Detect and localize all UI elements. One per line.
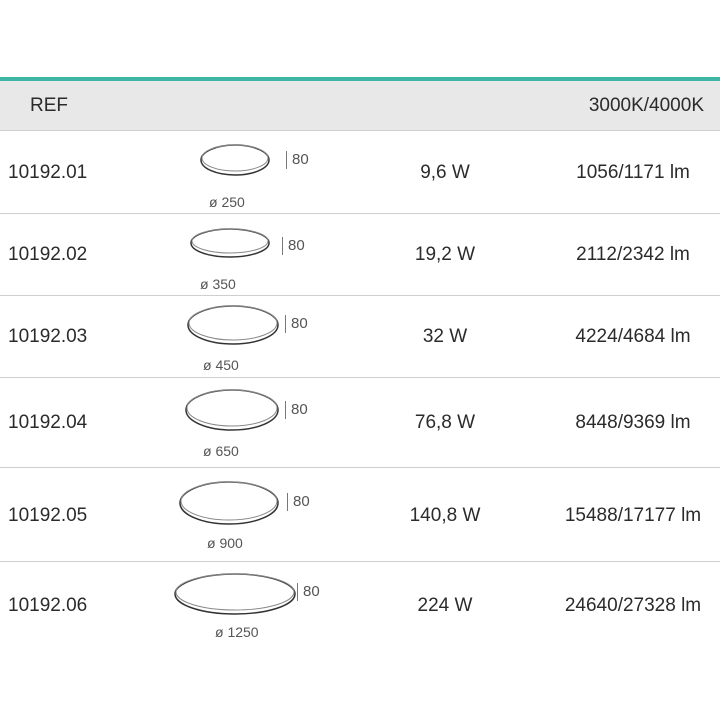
lamp-drawing-icon — [179, 481, 279, 525]
power-cell: 224 W — [417, 595, 473, 616]
diameter-label: ø 900 — [207, 535, 243, 551]
ref-cell: 10192.04 — [8, 412, 88, 433]
height-label: 80 — [291, 401, 308, 418]
power-cell: 19,2 W — [414, 244, 476, 265]
diameter-label: ø 650 — [203, 443, 239, 459]
height-label: 80 — [291, 315, 308, 332]
diameter-label: ø 1250 — [215, 624, 259, 640]
lumen-cell: 4224/4684 lm — [575, 326, 691, 347]
lumen-cell: 24640/27328 lm — [564, 595, 702, 616]
table-row: 10192.06 80 ø 1250 224 W 24640/27328 lm — [0, 561, 720, 649]
height-marker — [285, 315, 286, 333]
table-row: 10192.04 80 ø 650 76,8 W 8448/9369 lm — [0, 377, 720, 468]
table-row: 10192.05 80 ø 900 140,8 W 15488/17177 lm — [0, 467, 720, 562]
height-marker — [282, 237, 283, 255]
ref-cell: 10192.02 — [8, 244, 88, 265]
diameter-label: ø 350 — [200, 276, 236, 292]
diameter-label: ø 250 — [209, 194, 245, 210]
height-label: 80 — [303, 583, 320, 600]
lamp-drawing-icon — [185, 389, 279, 431]
lamp-drawing-icon — [187, 305, 279, 345]
lumen-cell: 1056/1171 lm — [576, 162, 690, 183]
height-marker — [286, 151, 287, 169]
lamp-drawing-icon — [174, 573, 296, 615]
height-marker — [287, 493, 288, 511]
power-cell: 140,8 W — [409, 505, 481, 526]
table-row: 10192.03 80 ø 450 32 W 4224/4684 lm — [0, 295, 720, 378]
height-label: 80 — [292, 151, 309, 168]
ref-cell: 10192.03 — [8, 326, 88, 347]
ref-cell: 10192.05 — [8, 505, 88, 526]
height-label: 80 — [288, 237, 305, 254]
lamp-drawing-icon — [190, 228, 270, 258]
power-cell: 32 W — [422, 326, 468, 347]
ref-cell: 10192.01 — [8, 162, 88, 183]
header-temperature: 3000K/4000K — [588, 95, 704, 116]
power-cell: 76,8 W — [414, 412, 476, 433]
table-row: 10192.02 80 ø 350 19,2 W 2112/2342 lm — [0, 213, 720, 296]
height-marker — [285, 401, 286, 419]
lamp-drawing-icon — [200, 144, 270, 176]
lumen-cell: 8448/9369 lm — [575, 412, 691, 433]
lumen-cell: 2112/2342 lm — [576, 244, 690, 265]
ref-cell: 10192.06 — [8, 595, 88, 616]
header-ref: REF — [30, 95, 68, 116]
diameter-label: ø 450 — [203, 357, 239, 373]
height-label: 80 — [293, 493, 310, 510]
height-marker — [297, 583, 298, 601]
table-row: 10192.01 80 ø 250 9,6 W 1056/1171 lm — [0, 131, 720, 214]
lumen-cell: 15488/17177 lm — [564, 505, 702, 526]
power-cell: 9,6 W — [420, 162, 470, 183]
table-header: REF 3000K/4000K — [0, 81, 720, 131]
